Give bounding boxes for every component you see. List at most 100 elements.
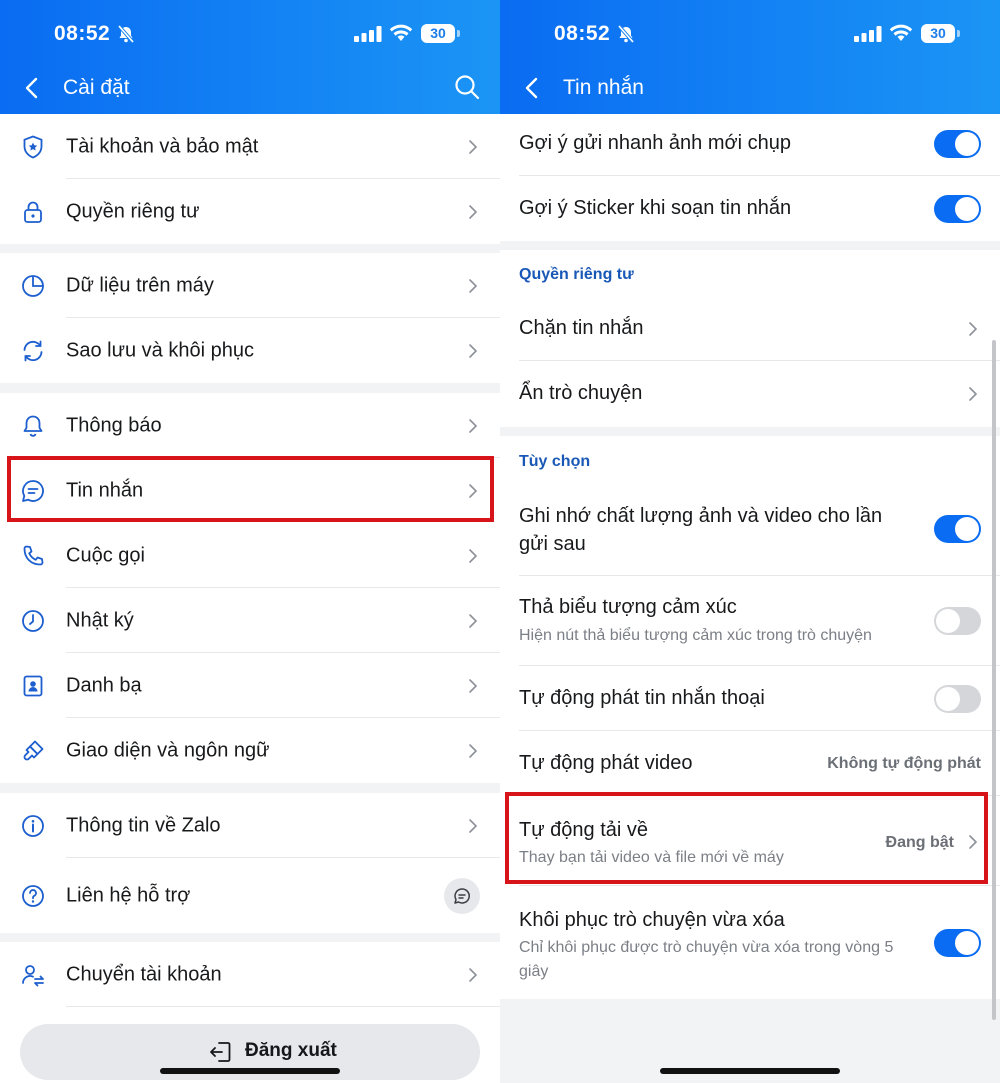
settings-item-label: Dữ liệu trên máy xyxy=(66,274,214,296)
highlight-auto-download xyxy=(505,792,988,884)
settings-item-label: Thông tin về Zalo xyxy=(66,814,221,836)
setting-label: Tự động phát video xyxy=(519,752,693,774)
header-bar: 08:52 30 Tin nhắn xyxy=(500,0,1000,114)
phone-icon xyxy=(23,545,44,565)
settings-item-backup[interactable]: Sao lưu và khôi phục xyxy=(0,318,500,383)
settings-item-about-zalo[interactable]: Thông tin về Zalo xyxy=(0,793,500,858)
chevron-right-icon xyxy=(469,343,478,358)
settings-item-label: Cuộc gọi xyxy=(66,544,145,566)
battery-indicator: 30 xyxy=(421,24,455,43)
toggle-knob xyxy=(955,517,979,541)
setting-label: Ẩn trò chuyện xyxy=(519,382,643,404)
toggle-switch[interactable] xyxy=(934,607,981,635)
switch-account-icon xyxy=(22,964,44,986)
lock-icon xyxy=(24,201,42,223)
toggle-switch[interactable] xyxy=(934,195,981,223)
settings-item-label: Giao diện và ngôn ngữ xyxy=(66,739,270,761)
highlight-messages xyxy=(7,456,494,522)
setting-label: Khôi phục trò chuyện vừa xóa xyxy=(519,909,785,931)
toggle-switch[interactable] xyxy=(934,130,981,158)
setting-sticker-suggest: Gợi ý Sticker khi soạn tin nhắn xyxy=(500,176,1000,241)
settings-item-label: Nhật ký xyxy=(66,609,134,631)
home-indicator xyxy=(660,1068,840,1074)
setting-hide-chats[interactable]: Ẩn trò chuyện xyxy=(500,361,1000,426)
toggle-switch[interactable] xyxy=(934,685,981,713)
cellular-signal-icon xyxy=(854,26,882,42)
setting-label: Gợi ý gửi nhanh ảnh mới chụp xyxy=(519,132,791,154)
chevron-right-icon xyxy=(469,548,478,563)
setting-label: Gợi ý Sticker khi soạn tin nhắn xyxy=(519,197,792,219)
toggle-knob xyxy=(955,197,979,221)
options-section: Tùy chọn Ghi nhớ chất lượng ảnh và video… xyxy=(500,436,1000,999)
settings-item-label: Thông báo xyxy=(66,414,162,436)
sync-icon xyxy=(23,340,43,361)
page-title: Cài đặt xyxy=(63,76,130,99)
battery-cap xyxy=(457,30,460,37)
setting-description: Chỉ khôi phục được trò chuyện vừa xóa tr… xyxy=(519,939,894,980)
setting-quick-photo: Gợi ý gửi nhanh ảnh mới chụp xyxy=(500,114,1000,176)
setting-label: Ghi nhớ chất lượng ảnh và video cho lần … xyxy=(519,505,883,555)
section-title: Tùy chọn xyxy=(519,453,591,470)
toggle-knob xyxy=(936,609,960,633)
help-icon xyxy=(22,884,44,907)
toggle-switch[interactable] xyxy=(934,515,981,543)
scrollbar[interactable] xyxy=(992,340,996,1020)
header-bar: 08:52 30 Cài đặt xyxy=(0,0,500,114)
settings-item-calls[interactable]: Cuộc gọi xyxy=(0,523,500,588)
clock-icon xyxy=(22,609,44,632)
shield-icon xyxy=(23,135,43,158)
chevron-right-icon xyxy=(469,139,478,154)
settings-item-privacy[interactable]: Quyền riêng tư xyxy=(0,179,500,244)
logout-icon xyxy=(210,1042,231,1062)
settings-item-label: Sao lưu và khôi phục xyxy=(66,339,254,361)
chevron-right-icon xyxy=(469,818,478,833)
wifi-icon xyxy=(889,24,913,41)
toggle-switch[interactable] xyxy=(934,929,981,957)
support-chat-button[interactable] xyxy=(444,877,480,914)
settings-item-appearance[interactable]: Giao diện và ngôn ngữ xyxy=(0,718,500,783)
setting-label: Chặn tin nhắn xyxy=(519,317,644,339)
privacy-section: Quyền riêng tư Chặn tin nhắn Ẩn trò chuy… xyxy=(500,250,1000,427)
messages-settings-screen: 08:52 30 Tin nhắn Gợi ý gửi nhanh ảnh mớ… xyxy=(500,0,1000,1083)
header-row: Cài đặt xyxy=(0,70,500,108)
settings-item-device-data[interactable]: Dữ liệu trên máy xyxy=(0,253,500,318)
settings-item-timeline[interactable]: Nhật ký xyxy=(0,588,500,653)
chevron-right-icon xyxy=(469,418,478,433)
bell-icon xyxy=(23,415,43,437)
search-icon[interactable] xyxy=(454,74,480,100)
settings-item-switch-account[interactable]: Chuyển tài khoản xyxy=(0,942,500,1007)
settings-item-label: Liên hệ hỗ trợ xyxy=(66,884,191,906)
setting-reactions: Thả biểu tượng cảm xúc Hiện nút thả biểu… xyxy=(500,576,1000,666)
battery-cap xyxy=(957,30,960,37)
settings-item-label: Quyền riêng tư xyxy=(66,200,200,222)
chevron-right-icon xyxy=(969,387,978,401)
page-title: Tin nhắn xyxy=(563,76,644,99)
settings-item-support[interactable]: Liên hệ hỗ trợ xyxy=(0,858,500,933)
setting-block-messages[interactable]: Chặn tin nhắn xyxy=(500,296,1000,361)
bell-muted-icon xyxy=(117,24,135,44)
settings-item-account-security[interactable]: Tài khoản và bảo mật xyxy=(0,114,500,179)
setting-label: Thả biểu tượng cảm xúc xyxy=(519,596,737,618)
settings-item-notifications[interactable]: Thông báo xyxy=(0,393,500,458)
setting-value: Không tự động phát xyxy=(827,755,981,772)
toggle-knob xyxy=(955,132,979,156)
settings-item-contacts[interactable]: Danh bạ xyxy=(0,653,500,718)
settings-group-data: Dữ liệu trên máy Sao lưu và khôi phục xyxy=(0,253,500,383)
setting-description: Hiện nút thả biểu tượng cảm xúc trong tr… xyxy=(519,627,872,644)
settings-item-label: Danh bạ xyxy=(66,674,142,696)
chevron-right-icon xyxy=(969,322,978,336)
status-time: 08:52 xyxy=(54,22,111,45)
quick-suggestions-group: Gợi ý gửi nhanh ảnh mới chụp Gợi ý Stick… xyxy=(500,114,1000,241)
toggle-knob xyxy=(936,687,960,711)
back-arrow-icon[interactable] xyxy=(522,76,542,100)
home-indicator xyxy=(160,1068,340,1074)
chevron-right-icon xyxy=(469,278,478,293)
status-time: 08:52 xyxy=(554,22,611,45)
logout-label: Đăng xuất xyxy=(245,1040,337,1061)
setting-restore-deleted: Khôi phục trò chuyện vừa xóa Chỉ khôi ph… xyxy=(500,886,1000,998)
wifi-icon xyxy=(389,24,413,41)
back-arrow-icon[interactable] xyxy=(22,76,42,100)
setting-autoplay-video[interactable]: Tự động phát video Không tự động phát xyxy=(500,731,1000,796)
chevron-right-icon xyxy=(469,967,478,982)
bell-muted-icon xyxy=(617,24,635,44)
